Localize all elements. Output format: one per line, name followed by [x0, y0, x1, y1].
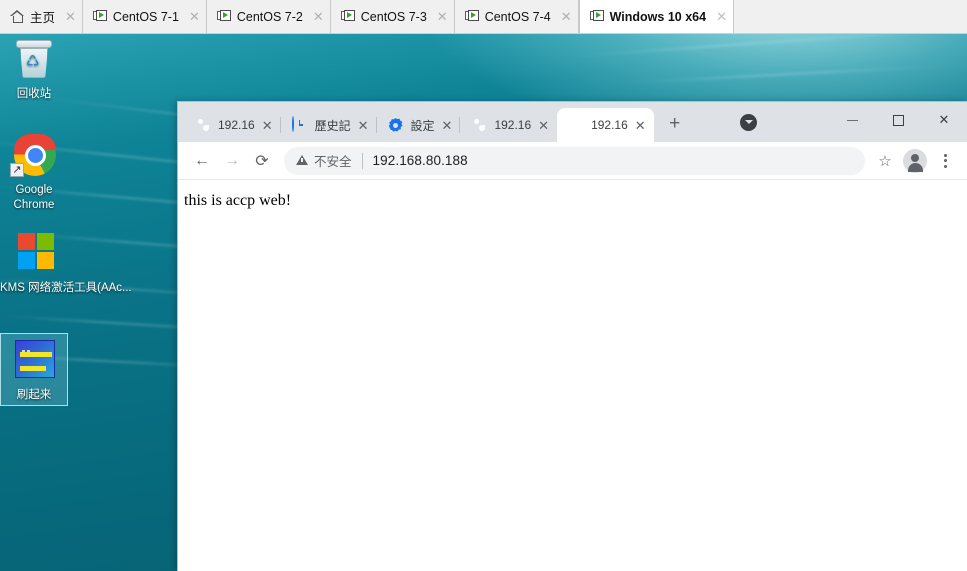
avatar: [903, 149, 927, 173]
tab-list-dropdown-button[interactable]: [732, 105, 766, 139]
back-button[interactable]: ←: [188, 147, 216, 175]
vmware-tab-close-icon[interactable]: ✕: [65, 10, 76, 23]
maximize-button[interactable]: [875, 102, 921, 138]
chrome-tab-title: 歷史記: [315, 117, 351, 134]
chrome-logo-icon: ↗: [10, 132, 58, 180]
reload-icon: ⟳: [255, 151, 268, 171]
vm-monitor-icon: [93, 10, 107, 24]
globe-icon: [568, 117, 584, 133]
omnibox-separator: [362, 153, 363, 169]
vmware-tab-close-icon[interactable]: ✕: [313, 10, 324, 23]
chrome-tab-close-icon[interactable]: ✕: [442, 119, 453, 132]
desktop-icon-label: 回收站: [0, 87, 68, 102]
star-icon: ☆: [878, 152, 891, 170]
chrome-tab-close-icon[interactable]: ✕: [538, 119, 549, 132]
warning-triangle-icon: [296, 155, 308, 165]
chrome-tab-title: 192.16: [591, 118, 628, 132]
more-vertical-icon: [944, 154, 947, 168]
chrome-tab-history[interactable]: 歷史記 ✕: [281, 108, 377, 142]
url-text[interactable]: 192.168.80.188: [373, 153, 468, 168]
vmware-tab-label: CentOS 7-2: [237, 10, 303, 24]
chrome-tab-bar: 192.16 ✕ 歷史記 ✕ 設定 ✕: [178, 102, 967, 142]
windows-desktop[interactable]: ♺ 回收站 ↗ Google Chrome: [0, 34, 967, 571]
chrome-tab-close-icon[interactable]: ✕: [635, 119, 646, 132]
reload-button[interactable]: ⟳: [248, 147, 276, 175]
desktop-icon-google-chrome[interactable]: ↗ Google Chrome: [0, 132, 68, 213]
desktop-icon-label: Google Chrome: [0, 183, 68, 213]
page-viewport: this is accp web!: [178, 180, 967, 571]
forward-button[interactable]: →: [218, 147, 246, 175]
security-status-label: 不安全: [314, 151, 352, 170]
back-arrow-icon: ←: [194, 152, 210, 170]
chrome-tab-close-icon[interactable]: ✕: [358, 119, 369, 132]
vmware-tab-close-icon[interactable]: ✕: [561, 10, 572, 23]
chrome-tab-1[interactable]: 192.16 ✕: [184, 108, 281, 142]
new-tab-button[interactable]: +: [660, 109, 690, 139]
chrome-toolbar: ← → ⟳ 不安全 192.168.80.188 ☆: [178, 142, 967, 180]
globe-icon: [195, 117, 211, 133]
chrome-tab-title: 192.16: [494, 118, 531, 132]
vmware-tab-label: CentOS 7-1: [113, 10, 179, 24]
chrome-browser-window: 192.16 ✕ 歷史記 ✕ 設定 ✕: [177, 101, 967, 571]
page-body-text: this is accp web!: [184, 192, 967, 210]
screen-root: 主页 ✕ CentOS 7-1 ✕ CentOS 7-2 ✕ CentOS 7-…: [0, 0, 967, 571]
minimize-icon: [847, 120, 858, 121]
vmware-tab-label: Windows 10 x64: [610, 10, 706, 24]
vmware-tab-label: CentOS 7-4: [485, 10, 551, 24]
vmware-tab-home[interactable]: 主页 ✕: [0, 0, 83, 33]
chrome-tab-4[interactable]: 192.16 ✕: [460, 108, 557, 142]
desktop-icon-label: 刷起来: [1, 388, 67, 403]
vmware-tab-centos-7-2[interactable]: CentOS 7-2 ✕: [207, 0, 331, 33]
vmware-tab-close-icon[interactable]: ✕: [189, 10, 200, 23]
desktop-icon-kms-tool[interactable]: KMS 网络激活工具(AAc...: [0, 230, 72, 296]
chevron-down-icon: [740, 114, 757, 131]
vm-monitor-icon: [217, 10, 231, 24]
vmware-tab-close-icon[interactable]: ✕: [716, 10, 727, 23]
bookmark-button[interactable]: ☆: [871, 147, 899, 175]
globe-icon: [471, 117, 487, 133]
close-icon: ✕: [939, 112, 950, 128]
address-bar[interactable]: 不安全 192.168.80.188: [284, 147, 865, 175]
clock-icon: [292, 117, 308, 133]
vmware-tab-label: CentOS 7-3: [361, 10, 427, 24]
recycle-bin-icon: ♺: [10, 36, 58, 84]
vmware-tab-label: 主页: [30, 7, 55, 26]
gear-icon: [388, 117, 404, 133]
vmware-tab-windows-10-x64[interactable]: Windows 10 x64 ✕: [579, 0, 734, 33]
chrome-tab-title: 192.16: [218, 118, 255, 132]
maximize-icon: [893, 115, 904, 126]
close-button[interactable]: ✕: [921, 102, 967, 138]
vm-monitor-icon: [465, 10, 479, 24]
desktop-icon-shuaqilai[interactable]: 刷起来: [0, 333, 68, 406]
vmware-tab-centos-7-4[interactable]: CentOS 7-4 ✕: [455, 0, 579, 33]
forward-arrow-icon: →: [224, 152, 240, 170]
window-controls: ✕: [829, 102, 967, 138]
home-icon: [10, 10, 24, 24]
blue-window-icon: [10, 337, 58, 385]
chrome-tab-active[interactable]: 192.16 ✕: [557, 108, 654, 142]
vmware-tab-strip: 主页 ✕ CentOS 7-1 ✕ CentOS 7-2 ✕ CentOS 7-…: [0, 0, 967, 34]
chrome-tab-title: 設定: [411, 117, 435, 134]
vmware-tab-centos-7-3[interactable]: CentOS 7-3 ✕: [331, 0, 455, 33]
vmware-tab-centos-7-1[interactable]: CentOS 7-1 ✕: [83, 0, 207, 33]
vm-monitor-icon: [341, 10, 355, 24]
profile-button[interactable]: [901, 147, 929, 175]
windows-logo-icon: [12, 230, 60, 278]
desktop-icon-label: KMS 网络激活工具(AAc...: [0, 281, 72, 296]
chrome-tab-close-icon[interactable]: ✕: [262, 119, 273, 132]
chrome-tab-settings[interactable]: 設定 ✕: [377, 108, 461, 142]
chrome-menu-button[interactable]: [931, 147, 959, 175]
minimize-button[interactable]: [829, 102, 875, 138]
vm-monitor-icon: [590, 10, 604, 24]
desktop-icon-recycle-bin[interactable]: ♺ 回收站: [0, 36, 68, 102]
vmware-tab-close-icon[interactable]: ✕: [437, 10, 448, 23]
shortcut-arrow-icon: ↗: [10, 163, 24, 177]
